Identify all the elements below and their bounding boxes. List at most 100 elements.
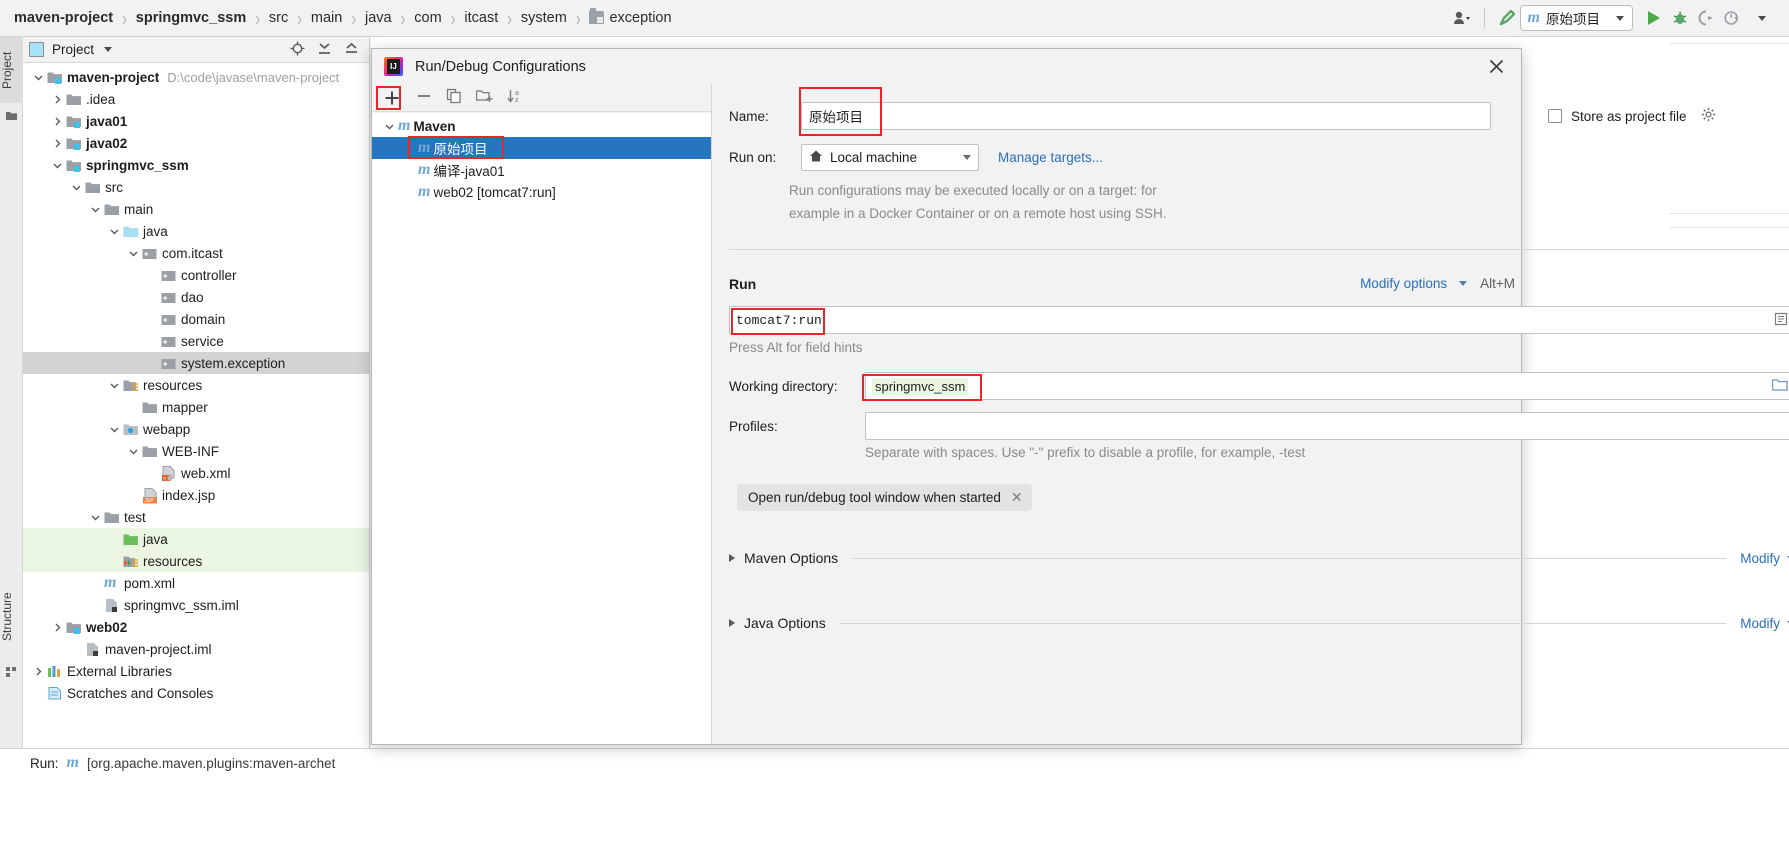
twisty-collapsed-icon[interactable] — [52, 138, 63, 149]
breadcrumb-item-system[interactable]: system — [519, 10, 569, 26]
folder-browse-icon[interactable] — [1771, 378, 1788, 395]
sidebar-item-project[interactable]: Project — [0, 37, 23, 103]
twisty-expanded-icon[interactable] — [128, 248, 139, 259]
copy-icon[interactable] — [446, 88, 462, 107]
project-tree-item-test[interactable]: test — [23, 506, 369, 528]
sort-az-icon[interactable]: a z — [507, 88, 524, 107]
project-tree-item-resources[interactable]: resources — [23, 374, 369, 396]
new-folder-icon[interactable] — [475, 88, 493, 107]
project-tree-item-scratches-and-consoles[interactable]: Scratches and Consoles — [23, 682, 369, 704]
maven-options-modify-link[interactable]: Modify — [1740, 551, 1780, 566]
breadcrumb-item-itcast[interactable]: itcast — [462, 10, 500, 26]
gear-icon[interactable] — [1701, 107, 1716, 125]
configuration-tree[interactable]: m Maven m 原始项目 m 编译-java01 m web02 [tomcat7:run… — [372, 113, 711, 744]
configuration-tree-item-2[interactable]: m 编译-java01 — [372, 159, 711, 181]
twisty-collapsed-icon[interactable] — [33, 666, 44, 677]
project-tree-item-web-inf[interactable]: WEB-INF — [23, 440, 369, 462]
profiler-icon[interactable] — [1719, 4, 1745, 32]
profiles-field[interactable] — [865, 412, 1789, 440]
remove-configuration-button[interactable] — [416, 88, 432, 107]
collapse-all-icon[interactable] — [344, 41, 359, 59]
breadcrumb-item-main[interactable]: main — [309, 10, 344, 26]
twisty-expanded-icon[interactable] — [128, 446, 139, 457]
breadcrumb-item-src[interactable]: src — [267, 10, 290, 26]
run-play-icon[interactable] — [1641, 4, 1667, 32]
project-tree-item-maven-project-iml[interactable]: maven-project.iml — [23, 638, 369, 660]
expand-editor-icon[interactable] — [1774, 312, 1788, 329]
command-field[interactable]: tomcat7:run — [729, 306, 1789, 334]
chevron-down-icon[interactable] — [104, 47, 113, 52]
project-tree-item-main[interactable]: main — [23, 198, 369, 220]
twisty-expanded-icon[interactable] — [109, 380, 120, 391]
project-tree[interactable]: maven-project D:\code\javase\maven-projec… — [23, 63, 369, 704]
project-tree-item-external-libraries[interactable]: External Libraries — [23, 660, 369, 682]
breadcrumb-item-java[interactable]: java — [363, 10, 394, 26]
modify-options-link[interactable]: Modify options — [1360, 276, 1447, 291]
project-tree-item-springmvc-ssm[interactable]: springmvc_ssm — [23, 154, 369, 176]
twisty-expanded-icon[interactable] — [33, 72, 44, 83]
close-small-icon[interactable]: ✕ — [1011, 489, 1023, 506]
project-tree-item-src[interactable]: src — [23, 176, 369, 198]
run-on-combobox[interactable]: Local machine — [801, 144, 979, 171]
run-coverage-icon[interactable] — [1693, 4, 1719, 32]
twisty-collapsed-icon[interactable] — [52, 622, 63, 633]
manage-targets-link[interactable]: Manage targets... — [998, 150, 1103, 165]
project-tree-item-mapper[interactable]: mapper — [23, 396, 369, 418]
working-directory-field[interactable]: springmvc_ssm — [865, 372, 1789, 400]
breadcrumb-item-maven-project[interactable]: maven-project — [12, 10, 115, 26]
store-as-project-file-checkbox[interactable] — [1548, 109, 1562, 123]
project-tree-item-dao[interactable]: dao — [23, 286, 369, 308]
name-label: Name: — [729, 108, 769, 124]
project-tree-item-web-xml[interactable]: < web.xml — [23, 462, 369, 484]
run-configuration-selector[interactable]: m 原始项目 — [1519, 5, 1633, 31]
breadcrumb-item-exception[interactable]: exception — [587, 8, 673, 26]
sidebar-item-structure[interactable]: Structure — [0, 577, 23, 657]
project-tree-item-controller[interactable]: controller — [23, 264, 369, 286]
java-options-modify-link[interactable]: Modify — [1740, 616, 1780, 631]
user-icon[interactable] — [1449, 4, 1475, 32]
twisty-expanded-icon[interactable] — [90, 204, 101, 215]
breadcrumb-item-springmvc-ssm[interactable]: springmvc_ssm — [134, 10, 248, 26]
configuration-tree-item-0[interactable]: m Maven — [372, 115, 711, 137]
name-field[interactable]: 原始项目 — [801, 102, 1491, 130]
twisty-collapsed-icon[interactable] — [52, 116, 63, 127]
project-tree-item-java01[interactable]: java01 — [23, 110, 369, 132]
project-tree-item-resources[interactable]: resources — [23, 550, 369, 572]
close-icon[interactable] — [1479, 53, 1513, 81]
project-tree-item-pom-xml[interactable]: m pom.xml — [23, 572, 369, 594]
hammer-icon[interactable] — [1494, 4, 1520, 32]
intellij-idea-icon — [384, 57, 403, 76]
expand-all-icon[interactable] — [317, 41, 332, 59]
project-tree-item-java02[interactable]: java02 — [23, 132, 369, 154]
twisty-expanded-icon[interactable] — [109, 424, 120, 435]
twisty-expanded-icon[interactable] — [109, 226, 120, 237]
project-tree-item-java[interactable]: java — [23, 528, 369, 550]
add-configuration-button[interactable] — [382, 88, 402, 108]
project-tree-item-webapp[interactable]: webapp — [23, 418, 369, 440]
twisty-expanded-icon[interactable] — [384, 121, 395, 132]
twisty-expanded-icon[interactable] — [71, 182, 82, 193]
project-tree-item-springmvc-ssm-iml[interactable]: springmvc_ssm.iml — [23, 594, 369, 616]
configuration-tree-item-1[interactable]: m 原始项目 — [372, 136, 711, 159]
maven-options-section[interactable]: Maven Options Modify — [729, 550, 1789, 566]
twisty-collapsed-icon[interactable] — [52, 94, 63, 105]
project-tree-item-com-itcast[interactable]: com.itcast — [23, 242, 369, 264]
project-tree-item-idea[interactable]: .idea — [23, 88, 369, 110]
project-tree-item-system-exception[interactable]: system.exception — [23, 352, 369, 374]
breadcrumb-item-com[interactable]: com — [412, 10, 443, 26]
project-tree-item-domain[interactable]: domain — [23, 308, 369, 330]
project-tree-item-service[interactable]: service — [23, 330, 369, 352]
twisty-expanded-icon[interactable] — [52, 160, 63, 171]
chevron-down-icon[interactable] — [1749, 4, 1775, 32]
modify-options-row: Modify options Alt+M — [1360, 276, 1515, 291]
java-options-section[interactable]: Java Options Modify — [729, 615, 1789, 631]
locate-target-icon[interactable] — [290, 41, 305, 59]
twisty-expanded-icon[interactable] — [90, 512, 101, 523]
project-tree-item-index-jsp[interactable]: JSP index.jsp — [23, 484, 369, 506]
project-tree-item-maven-project[interactable]: maven-project D:\code\javase\maven-projec… — [23, 66, 369, 88]
project-tree-item-web02[interactable]: web02 — [23, 616, 369, 638]
open-run-debug-tool-window-chip[interactable]: Open run/debug tool window when started … — [737, 484, 1032, 511]
configuration-tree-item-3[interactable]: m web02 [tomcat7:run] — [372, 181, 711, 203]
project-tree-item-java[interactable]: java — [23, 220, 369, 242]
debug-bug-icon[interactable] — [1667, 4, 1693, 32]
